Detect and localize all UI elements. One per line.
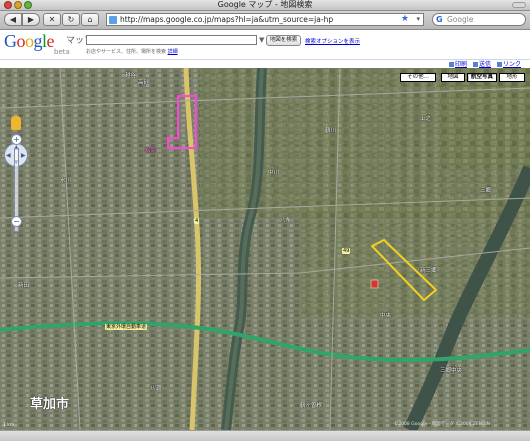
browser-search-box[interactable]: G Google [432, 13, 526, 26]
satellite-map[interactable]: 草加市 高砂 東京外環自動車道 4 49 松原 新三郷 三郷 八潮 越谷 三郷中… [0, 68, 530, 430]
map-type-terrain-button[interactable]: 地形 [499, 73, 525, 82]
back-icon: ◀ [9, 15, 17, 24]
satellite-imagery [0, 68, 530, 430]
search-box-placeholder: Google [447, 15, 474, 24]
browser-toolbar: ◀ ▶ ✕ ↻ ⌂ http://maps.google.co.jp/maps?… [0, 11, 530, 30]
window-title: Google マップ - 地図検索 [217, 0, 313, 9]
map-scale: 1 km [3, 423, 15, 428]
map-label: 高砂 [138, 80, 150, 86]
map-label: 中央 [380, 313, 392, 319]
toolbar-toggle-button[interactable] [512, 2, 526, 8]
bookmark-star-icon[interactable]: ★ [401, 14, 409, 25]
reload-button[interactable]: ↻ [62, 13, 80, 26]
zoom-in-button[interactable]: + [11, 134, 22, 145]
url-text: http://maps.google.co.jp/maps?hl=ja&utm_… [120, 15, 334, 24]
map-label: 三郷 [480, 188, 492, 194]
map-label: 新田 [18, 283, 30, 289]
window-title-bar: Google マップ - 地図検索 [0, 0, 530, 11]
stop-icon: ✕ [48, 15, 56, 24]
mail-link-label: 送信 [479, 61, 492, 68]
search-options-link[interactable]: 検索オプションを表示 [305, 37, 360, 45]
url-history-dropdown-icon[interactable]: ▾ [416, 14, 420, 25]
map-label: 中川 [268, 170, 280, 176]
beta-badge: beta [54, 48, 70, 56]
search-hint-text: お店やサービス、住所、場所を検索 [86, 49, 167, 55]
map-road-label: 49 [342, 248, 351, 254]
search-engine-icon[interactable]: G [436, 14, 443, 25]
search-hint: お店やサービス、住所、場所を検索 詳細 [86, 48, 178, 55]
map-label: 鶴川 [325, 128, 337, 134]
map-type-map-button[interactable]: 地図 [441, 73, 465, 82]
search-hint-link[interactable]: 詳細 [168, 49, 178, 55]
map-road-label: 東京外環自動車道 [105, 324, 148, 330]
home-icon: ⌂ [87, 15, 93, 24]
map-label: 三郷中央 [440, 368, 463, 374]
map-label-city: 草加市 [30, 397, 70, 412]
map-label: 氷川 [60, 178, 72, 184]
favicon-icon [109, 16, 117, 24]
forward-button[interactable]: ▶ [22, 13, 40, 26]
print-link-label: 印刷 [455, 61, 468, 68]
zoom-out-button[interactable]: − [11, 216, 22, 227]
maps-header: Google マップ beta ▼ 地図を検索 検索オプションを表示 お店やサー… [0, 30, 530, 59]
map-label: 越谷 [125, 73, 137, 79]
stop-button[interactable]: ✕ [43, 13, 61, 26]
forward-icon: ▶ [27, 15, 35, 24]
map-type-more-button[interactable]: その他... [400, 73, 436, 82]
print-icon [449, 62, 454, 67]
address-bar[interactable]: http://maps.google.co.jp/maps?hl=ja&utm_… [106, 13, 424, 26]
map-label: 上之 [420, 116, 432, 122]
pan-left-icon[interactable]: ◀ [6, 153, 11, 159]
map-search-button[interactable]: 地図を検索 [266, 35, 301, 46]
google-logo[interactable]: Google [4, 31, 54, 51]
link-link-label: リンク [503, 61, 522, 68]
map-type-satellite-button[interactable]: 航空写真 [467, 73, 497, 82]
map-label: 鶴ヶ曽根 [300, 403, 323, 409]
map-copyright: ©2008 Google - 地図データ ©2008 ZENRIN [393, 422, 490, 427]
link-icon [497, 62, 502, 67]
back-button[interactable]: ◀ [4, 13, 22, 26]
reload-icon: ↻ [67, 15, 75, 24]
zoom-control: + − [11, 134, 22, 246]
map-label: 新三郷 [420, 268, 437, 274]
search-history-dropdown-icon[interactable]: ▼ [259, 36, 264, 44]
map-road-label: 4 [194, 218, 200, 224]
map-label: 松原 [145, 148, 157, 154]
mail-icon [473, 62, 478, 67]
map-label: 八条 [280, 218, 292, 224]
home-button[interactable]: ⌂ [81, 13, 99, 26]
map-search-input[interactable] [86, 35, 257, 45]
browser-status-bar [0, 430, 530, 441]
street-view-pegman-icon[interactable] [11, 116, 21, 130]
map-label: 八潮 [150, 386, 162, 392]
